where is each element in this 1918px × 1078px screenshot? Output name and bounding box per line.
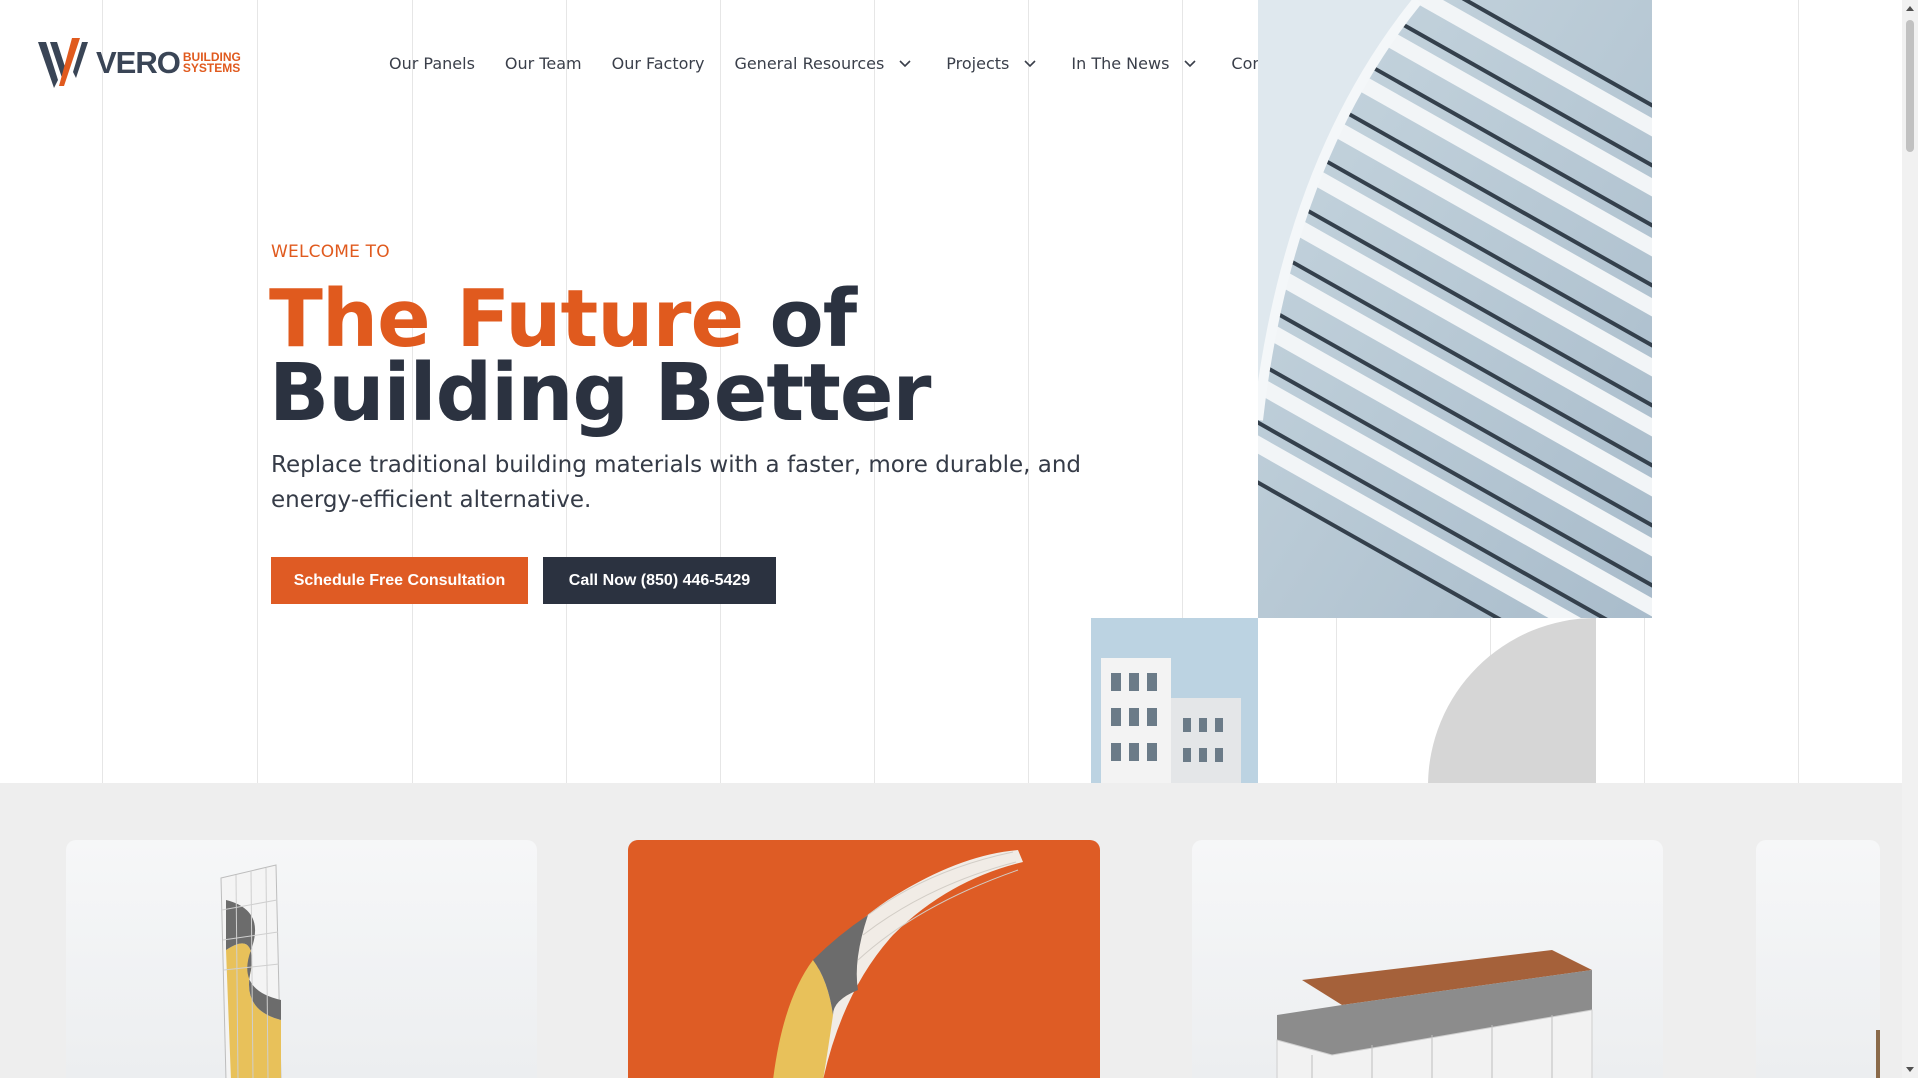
- nav-label: General Resources: [734, 54, 885, 73]
- grid-line: [1028, 0, 1029, 783]
- panel-card[interactable]: [1756, 840, 1880, 1078]
- chevron-down-icon: [1024, 59, 1036, 67]
- decorative-quarter-circle: [1428, 618, 1596, 783]
- floor-slab-icon: [1276, 950, 1593, 1078]
- nav-item-projects[interactable]: Projects: [946, 54, 1037, 73]
- page-scrollbar[interactable]: [1902, 0, 1918, 1078]
- small-building-image: [1091, 618, 1258, 783]
- nav-item-our-team[interactable]: Our Team: [505, 54, 582, 73]
- site-logo[interactable]: VERO BUILDING SYSTEMS: [38, 38, 258, 88]
- logo-mark-icon: [38, 38, 88, 88]
- nav-item-general-resources[interactable]: General Resources: [734, 54, 912, 73]
- headline-line2: Building Better: [269, 347, 931, 439]
- page: VERO BUILDING SYSTEMS Our Panels Our Tea…: [0, 0, 1902, 1078]
- hero-building-image: [1258, 0, 1652, 618]
- nav-label: Our Panels: [389, 54, 475, 73]
- panel-card-featured[interactable]: [628, 840, 1100, 1078]
- panel-card[interactable]: [1192, 840, 1663, 1078]
- nav-item-our-factory[interactable]: Our Factory: [612, 54, 705, 73]
- panel-partial-icon: [1876, 1030, 1880, 1078]
- call-now-button[interactable]: Call Now (850) 446-5429: [543, 557, 776, 604]
- schedule-consultation-button[interactable]: Schedule Free Consultation: [271, 557, 528, 604]
- scroll-up-arrow-icon[interactable]: [1902, 0, 1918, 16]
- nav-label: In The News: [1071, 54, 1170, 73]
- logo-subtitle: BUILDING SYSTEMS: [182, 51, 241, 75]
- chevron-down-icon: [1184, 59, 1196, 67]
- grid-line: [257, 0, 258, 783]
- hero-eyebrow: WELCOME TO: [271, 242, 390, 262]
- scroll-thumb[interactable]: [1906, 20, 1914, 152]
- nav-label: Projects: [946, 54, 1010, 73]
- grid-line: [1798, 0, 1799, 783]
- main-nav: Our Panels Our Team Our Factory General …: [389, 54, 1319, 73]
- curved-panel-icon: [773, 850, 1023, 1078]
- hero-headline: The Future of Building Better: [269, 280, 931, 433]
- nav-item-in-the-news[interactable]: In The News: [1071, 54, 1197, 73]
- scroll-down-arrow-icon[interactable]: [1902, 1062, 1918, 1078]
- chevron-down-icon: [899, 59, 911, 67]
- wall-panel-icon: [220, 864, 282, 1078]
- nav-item-our-panels[interactable]: Our Panels: [389, 54, 475, 73]
- hero-subtext: Replace traditional building materials w…: [271, 452, 1082, 513]
- panel-card[interactable]: [66, 840, 537, 1078]
- nav-label: Our Factory: [611, 54, 705, 73]
- logo-wordmark: VERO: [96, 45, 181, 80]
- grid-line: [102, 0, 103, 783]
- logo-sub-line2: SYSTEMS: [182, 61, 241, 75]
- nav-label: Our Team: [504, 54, 582, 73]
